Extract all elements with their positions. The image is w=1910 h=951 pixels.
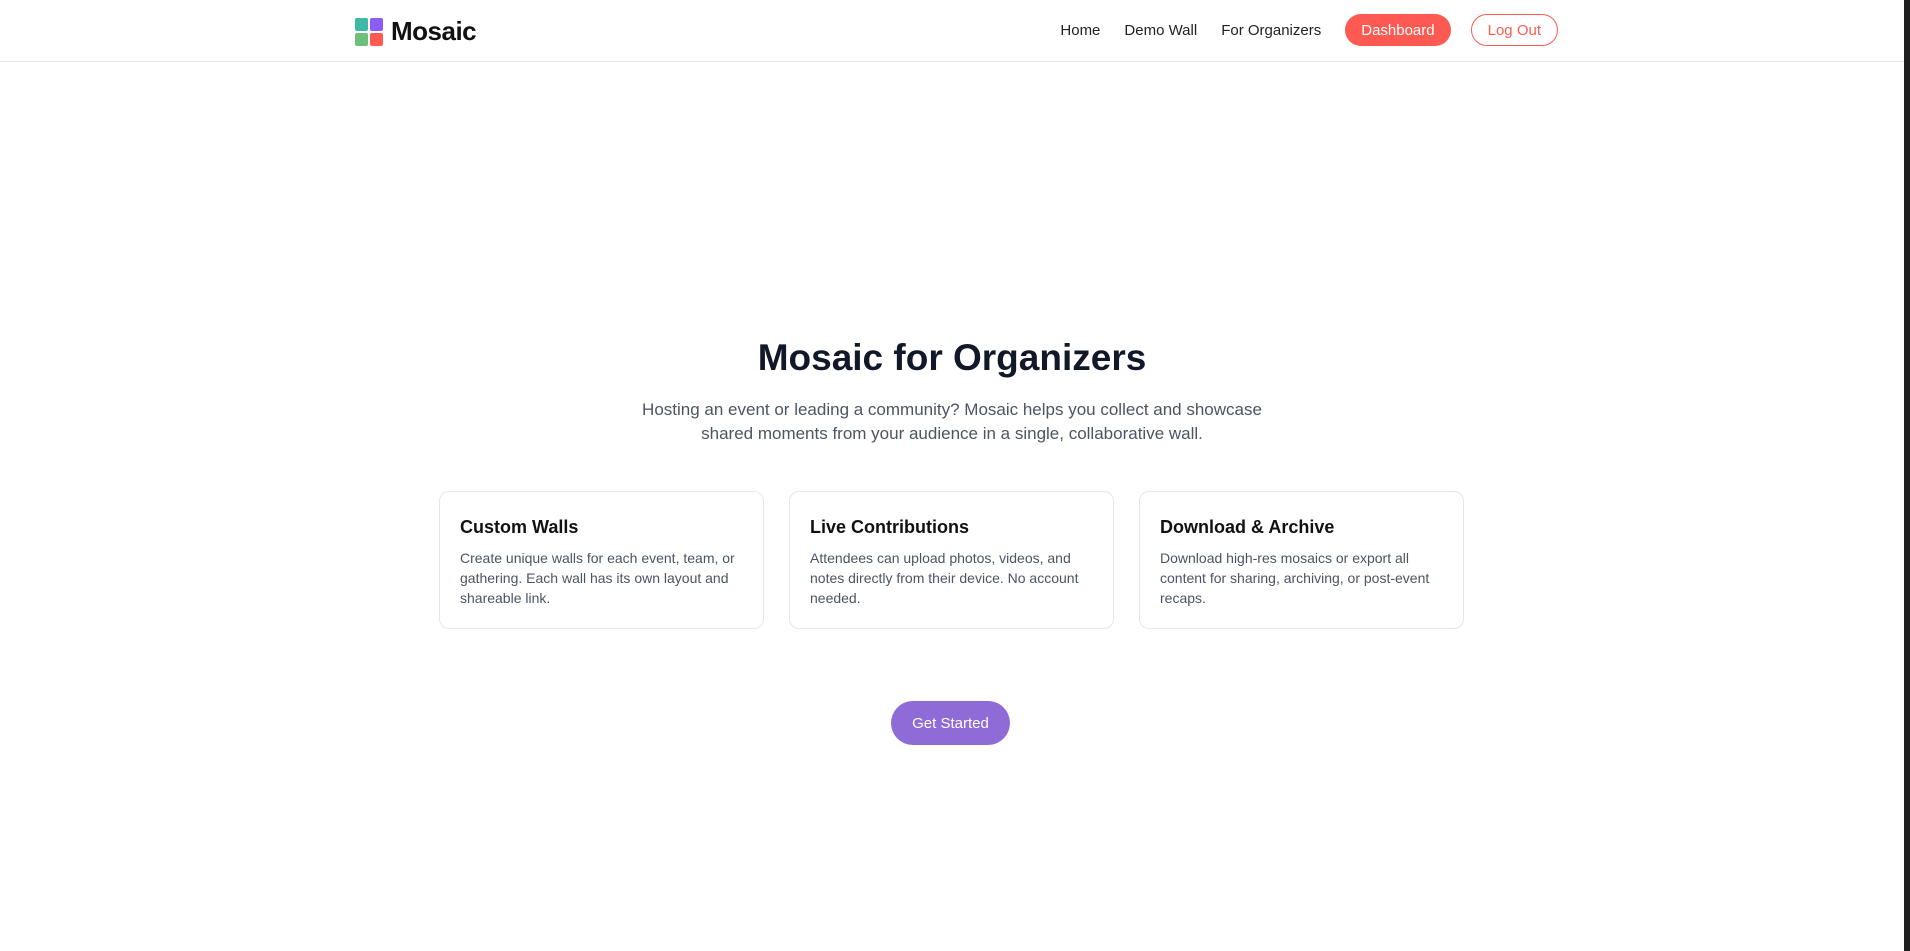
nav-home-link[interactable]: Home [1060,22,1100,39]
top-navbar: Mosaic Home Demo Wall For Organizers Das… [0,0,1904,62]
main-nav: Home Demo Wall For Organizers Dashboard … [1060,14,1558,46]
hero-subtitle: Hosting an event or leading a community?… [642,400,1262,443]
feature-card-text: Download high-res mosaics or export all … [1160,550,1430,606]
get-started-button[interactable]: Get Started [891,701,1010,745]
hero-section: Mosaic for Organizers Hosting an event o… [0,334,1904,446]
feature-card-title: Download & Archive [1160,517,1335,537]
logo-tile-red [370,32,383,46]
page: Mosaic Home Demo Wall For Organizers Das… [0,0,1904,951]
brand-home-link[interactable]: Mosaic [355,16,477,47]
feature-card-download-archive: Download & Archive Download high-res mos… [1139,491,1464,629]
mosaic-grid-icon [355,17,383,46]
feature-cards: Custom Walls Create unique walls for eac… [439,491,1464,629]
window-edge [1904,0,1910,951]
page-title: Mosaic for Organizers [757,337,1147,378]
dashboard-button[interactable]: Dashboard [1345,14,1451,46]
nav-demo-wall-link[interactable]: Demo Wall [1124,22,1197,39]
logo-tile-teal [355,17,368,31]
brand-name: Mosaic [391,16,477,46]
feature-card-title: Live Contributions [810,517,969,537]
feature-card-custom-walls: Custom Walls Create unique walls for eac… [439,491,764,629]
feature-card-live-contributions: Live Contributions Attendees can upload … [789,491,1114,629]
feature-card-text: Attendees can upload photos, videos, and… [810,550,1079,606]
logout-button[interactable]: Log Out [1470,14,1558,46]
feature-card-title: Custom Walls [460,517,579,537]
logo-tile-violet [370,17,383,31]
feature-card-text: Create unique walls for each event, team… [460,550,735,606]
logo-tile-green [355,32,368,46]
nav-for-organizers-link[interactable]: For Organizers [1221,22,1321,39]
